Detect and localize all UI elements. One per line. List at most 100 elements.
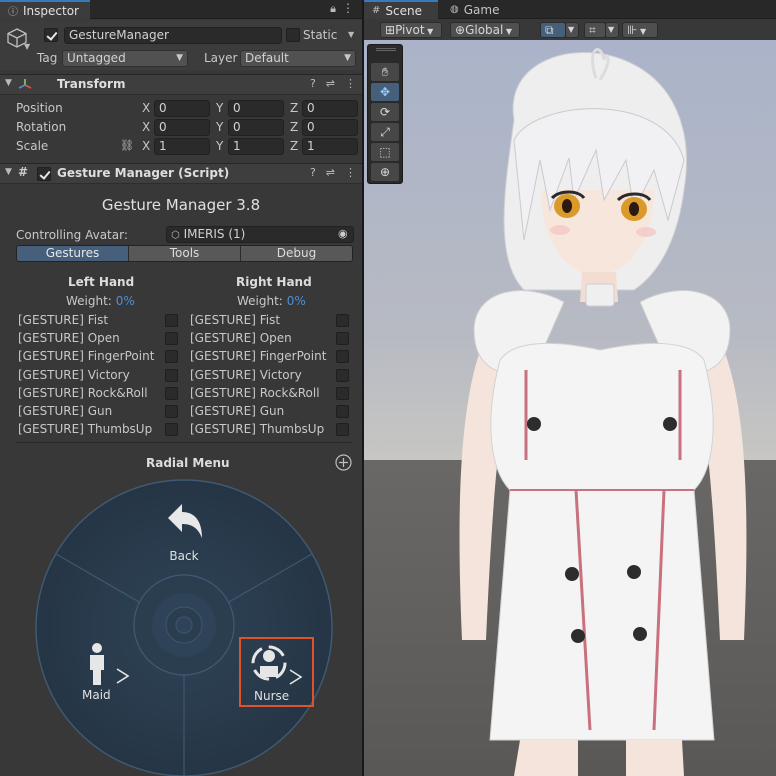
- right-gesture-label: [GESTURE] Gun: [190, 404, 285, 418]
- avatar-model[interactable]: [364, 40, 776, 776]
- right-gesture-checkbox[interactable]: [336, 332, 349, 346]
- controlling-avatar-label: Controlling Avatar:: [16, 228, 128, 242]
- tab-debug[interactable]: Debug: [241, 246, 352, 261]
- preset-sliders-icon[interactable]: ⇌: [326, 77, 335, 90]
- right-gesture-checkbox[interactable]: [336, 386, 349, 400]
- right-gesture-checkbox[interactable]: [336, 368, 349, 382]
- static-dropdown-icon[interactable]: ▼: [348, 30, 354, 39]
- rotation-z-field[interactable]: 0: [302, 119, 358, 136]
- tab-inspector[interactable]: ⓘ Inspector: [0, 0, 90, 19]
- globe-icon: ⊕: [455, 23, 466, 37]
- right-hand-heading: Right Hand: [236, 275, 312, 289]
- scale-z-field[interactable]: 1: [302, 138, 358, 155]
- global-dropdown[interactable]: ⊕Global ▼: [450, 22, 520, 38]
- active-checkbox[interactable]: [44, 28, 58, 42]
- help-icon[interactable]: ?: [310, 77, 316, 90]
- axis-x-label: X: [142, 120, 151, 134]
- left-gesture-checkbox[interactable]: [165, 332, 178, 346]
- tag-label: Tag: [37, 51, 58, 65]
- hand-tool-button[interactable]: ✋︎: [371, 63, 399, 81]
- script-enabled-checkbox[interactable]: [37, 167, 51, 181]
- radial-item-nurse[interactable]: Nurse: [239, 637, 314, 707]
- back-label: Back: [169, 549, 199, 563]
- layer-dropdown[interactable]: Default ▼: [240, 50, 356, 67]
- left-gesture-label: [GESTURE] FingerPoint: [18, 349, 155, 364]
- static-checkbox[interactable]: [286, 28, 300, 42]
- constrain-link-icon[interactable]: ⛓: [120, 139, 134, 152]
- rect-tool-button[interactable]: ⬚: [371, 143, 399, 161]
- pivot-dropdown[interactable]: ⊞Pivot ▼: [380, 22, 442, 38]
- lock-icon[interactable]: 🔒︎: [330, 2, 336, 16]
- grid-snap-button[interactable]: ⧉: [540, 22, 566, 38]
- gesture-manager-heading: Gesture Manager 3.8: [101, 196, 261, 214]
- gesture-manager-tabs: Gestures Tools Debug: [16, 245, 353, 262]
- tab-gestures[interactable]: Gestures: [17, 246, 129, 261]
- tab-tools[interactable]: Tools: [129, 246, 241, 261]
- scene-toolbar: ⊞Pivot ▼ ⊕Global ▼ ⧉ ▼ ⌗ ▼ ⊪ ▼: [364, 19, 776, 41]
- move-icon: ✥: [379, 85, 391, 99]
- left-gesture-checkbox[interactable]: [165, 314, 178, 327]
- position-y-field[interactable]: 0: [228, 100, 284, 117]
- object-picker-icon[interactable]: ◉: [338, 227, 348, 240]
- radial-item-back[interactable]: Back: [158, 500, 210, 564]
- left-gesture-checkbox[interactable]: [165, 386, 178, 400]
- axis-y-label: Y: [216, 101, 224, 115]
- position-z-field[interactable]: 0: [302, 100, 358, 117]
- drag-handle-icon[interactable]: [376, 48, 396, 51]
- grid-icon: #: [372, 5, 381, 16]
- add-circle-icon[interactable]: [335, 454, 352, 471]
- foldout-arrow-icon[interactable]: ▼: [5, 167, 12, 177]
- inspector-panel: ⓘ Inspector 🔒︎ ⋮ ▼ GestureManager Static…: [0, 0, 362, 776]
- right-weight-row: Weight: 0%: [237, 294, 306, 308]
- left-gesture-checkbox[interactable]: [165, 423, 178, 437]
- increment-snap-dropdown[interactable]: ▼: [605, 22, 619, 38]
- left-gesture-checkbox[interactable]: [165, 350, 178, 364]
- script-component-header[interactable]: ▼ # Gesture Manager (Script) ? ⇌ ⋮: [0, 163, 362, 184]
- script-hash-icon: #: [18, 165, 29, 179]
- grid-snap-dropdown[interactable]: ▼: [565, 22, 579, 38]
- position-x-field[interactable]: 0: [154, 100, 210, 117]
- controlling-avatar-field[interactable]: ⬡ IMERIS (1): [166, 226, 354, 243]
- right-gesture-label: [GESTURE] Rock&Roll: [190, 385, 320, 400]
- rotate-tool-button[interactable]: ⟳: [371, 103, 399, 121]
- scale-y-field[interactable]: 1: [228, 138, 284, 155]
- rect-transform-icon: ⬚: [379, 145, 391, 159]
- scale-tool-button[interactable]: ⤢: [371, 123, 399, 141]
- kebab-menu-icon[interactable]: ⋮: [345, 77, 356, 90]
- ruler-dropdown[interactable]: ⊪ ▼: [622, 22, 658, 38]
- scene-tabbar: # Scene ◍ Game: [364, 0, 776, 19]
- right-gesture-checkbox[interactable]: [336, 350, 349, 364]
- increment-snap-icon: ⌗: [589, 23, 596, 37]
- left-gesture-label: [GESTURE] Fist: [18, 313, 109, 327]
- tab-scene[interactable]: # Scene: [364, 0, 438, 19]
- right-gesture-checkbox[interactable]: [336, 314, 349, 327]
- rotation-x-field[interactable]: 0: [154, 119, 210, 136]
- object-name-field[interactable]: GestureManager: [64, 27, 282, 44]
- right-gesture-checkbox[interactable]: [336, 423, 349, 437]
- tag-dropdown[interactable]: Untagged ▼: [62, 50, 188, 67]
- left-gesture-label: [GESTURE] ThumbsUp: [18, 422, 153, 437]
- right-gesture-label: [GESTURE] ThumbsUp: [190, 422, 325, 437]
- foldout-arrow-icon[interactable]: ▼: [5, 78, 12, 88]
- move-tool-button[interactable]: ✥: [371, 83, 399, 101]
- left-gesture-checkbox[interactable]: [165, 405, 178, 418]
- left-gesture-checkbox[interactable]: [165, 368, 178, 382]
- transform-header[interactable]: ▼ Transform ? ⇌ ⋮: [0, 74, 362, 95]
- scale-x-field[interactable]: 1: [154, 138, 210, 155]
- radial-item-maid[interactable]: Maid: [78, 640, 134, 704]
- position-label: Position: [16, 101, 63, 115]
- rotation-y-field[interactable]: 0: [228, 119, 284, 136]
- tab-game[interactable]: ◍ Game: [442, 0, 512, 19]
- right-gesture-checkbox[interactable]: [336, 405, 349, 418]
- axis-z-label: Z: [290, 139, 299, 153]
- scale-icon: ⤢: [380, 125, 390, 139]
- help-icon[interactable]: ?: [310, 166, 316, 179]
- kebab-menu-icon[interactable]: ⋮: [342, 1, 354, 15]
- chevron-down-icon[interactable]: ▼: [24, 42, 30, 51]
- transform-tool-button[interactable]: ⊕: [371, 163, 399, 181]
- increment-snap-button[interactable]: ⌗: [584, 22, 606, 38]
- preset-sliders-icon[interactable]: ⇌: [326, 166, 335, 179]
- kebab-menu-icon[interactable]: ⋮: [345, 166, 356, 179]
- scene-view: # Scene ◍ Game ⊞Pivot ▼ ⊕Global ▼ ⧉ ▼ ⌗ …: [364, 0, 776, 776]
- left-gesture-label: [GESTURE] Victory: [18, 367, 130, 382]
